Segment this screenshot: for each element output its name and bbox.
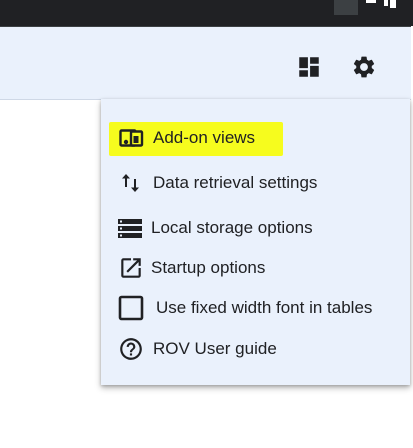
restore-button[interactable]	[364, 0, 378, 10]
help-circle-icon	[118, 336, 144, 362]
app-toolbar	[0, 26, 411, 100]
menu-item-local-storage-options[interactable]: Local storage options	[101, 208, 410, 248]
menu-item-addon-views[interactable]: Add-on views	[101, 118, 410, 158]
menu-item-fixed-width-font[interactable]: Use fixed width font in tables	[101, 288, 410, 328]
menu-item-label: Use fixed width font in tables	[156, 298, 373, 317]
menu-item-label: Local storage options	[151, 218, 313, 237]
checkbox-unchecked-icon[interactable]	[118, 295, 144, 321]
window-titlebar	[0, 0, 413, 26]
menu-item-rov-user-guide[interactable]: ROV User guide	[101, 329, 410, 369]
menu-item-label: Startup options	[151, 258, 266, 277]
swap-vertical-arrows-icon	[118, 170, 144, 196]
settings-gear-icon[interactable]	[351, 54, 377, 80]
addon-views-icon	[118, 125, 144, 151]
menu-item-data-retrieval-settings[interactable]: Data retrieval settings	[101, 163, 410, 203]
maximize-button[interactable]	[334, 0, 358, 15]
app-page: Add-on views Data retrieval settings Loc…	[0, 0, 413, 448]
close-button[interactable]	[384, 0, 398, 10]
menu-item-label: Add-on views	[153, 128, 256, 147]
open-in-new-icon	[118, 255, 144, 281]
storage-list-icon	[117, 215, 143, 241]
menu-item-startup-options[interactable]: Startup options	[101, 248, 410, 288]
menu-item-label: Data retrieval settings	[153, 173, 318, 192]
dashboard-icon[interactable]	[296, 54, 322, 80]
menu-item-label: ROV User guide	[153, 339, 277, 358]
